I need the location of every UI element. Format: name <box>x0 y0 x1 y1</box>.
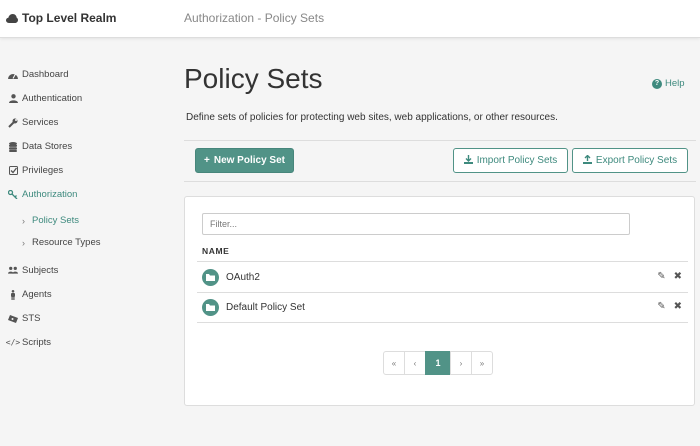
ticket-icon <box>8 314 18 324</box>
chevron-right-icon: › <box>22 215 25 226</box>
edit-pencil-icon[interactable]: ✎ <box>657 271 665 282</box>
sidebar: Dashboard Authentication Services Data S… <box>0 38 170 446</box>
delete-x-icon[interactable]: ✖ <box>674 301 682 312</box>
sidebar-item-authorization[interactable]: Authorization <box>8 189 77 200</box>
sidebar-item-dashboard[interactable]: Dashboard <box>8 69 68 80</box>
plus-icon: + <box>204 155 210 166</box>
pagination-last-button[interactable]: » <box>471 351 493 375</box>
sidebar-subitem-resource-types[interactable]: › Resource Types <box>22 237 100 248</box>
row-actions: ✎ ✖ <box>657 271 682 282</box>
divider <box>184 140 696 141</box>
sidebar-item-privileges[interactable]: Privileges <box>8 165 63 176</box>
edit-pencil-icon[interactable]: ✎ <box>657 301 665 312</box>
new-policy-set-button[interactable]: + New Policy Set <box>195 148 294 173</box>
dashboard-icon <box>8 70 18 80</box>
sidebar-item-label: Privileges <box>22 165 64 176</box>
sidebar-item-services[interactable]: Services <box>8 117 58 128</box>
sidebar-item-label: Dashboard <box>22 69 69 80</box>
export-label: Export Policy Sets <box>595 155 678 166</box>
sidebar-item-label: Agents <box>22 289 52 300</box>
code-icon: </> <box>5 338 21 347</box>
sidebar-subitem-label: Policy Sets <box>32 215 79 226</box>
sidebar-item-data-stores[interactable]: Data Stores <box>8 141 72 152</box>
sidebar-item-label: STS <box>22 313 41 324</box>
sidebar-item-label: Subjects <box>22 265 59 276</box>
table-row[interactable]: Default Policy Set ✎ ✖ <box>197 292 688 322</box>
pagination-first-button[interactable]: « <box>383 351 405 375</box>
upload-icon <box>582 154 592 167</box>
sidebar-subitem-label: Resource Types <box>32 237 101 248</box>
column-header-name[interactable]: NAME <box>202 246 229 256</box>
user-icon <box>8 94 18 104</box>
question-circle-icon: ? <box>652 78 662 89</box>
sidebar-subitem-policy-sets[interactable]: › Policy Sets <box>22 215 79 226</box>
male-icon <box>8 289 18 300</box>
page-description: Define sets of policies for protecting w… <box>186 112 558 123</box>
database-icon <box>8 141 18 152</box>
top-bar: Top Level Realm Authorization - Policy S… <box>0 0 700 38</box>
divider <box>197 322 688 323</box>
pagination-prev-button[interactable]: ‹ <box>404 351 426 375</box>
delete-x-icon[interactable]: ✖ <box>674 271 682 282</box>
export-policy-sets-button[interactable]: Export Policy Sets <box>572 148 688 173</box>
pagination-next-button[interactable]: › <box>450 351 472 375</box>
sidebar-item-subjects[interactable]: Subjects <box>8 265 58 276</box>
folder-icon <box>202 298 219 316</box>
row-actions: ✎ ✖ <box>657 301 682 312</box>
chevron-right-icon: › <box>22 237 25 248</box>
pagination-page-current[interactable]: 1 <box>425 351 451 375</box>
help-link[interactable]: ? Help <box>652 78 685 89</box>
divider <box>184 181 696 182</box>
policy-set-name[interactable]: Default Policy Set <box>226 302 305 313</box>
breadcrumb: Authorization - Policy Sets <box>184 11 325 25</box>
download-icon <box>463 154 473 167</box>
page-title: Policy Sets <box>184 63 323 94</box>
sidebar-item-label: Authorization <box>22 189 78 200</box>
new-policy-set-label: New Policy Set <box>213 155 285 166</box>
key-icon <box>8 190 18 200</box>
realm-selector[interactable]: Top Level Realm <box>6 11 116 25</box>
checkbox-icon <box>8 166 18 176</box>
import-policy-sets-button[interactable]: Import Policy Sets <box>453 148 568 173</box>
table-row[interactable]: OAuth2 ✎ ✖ <box>197 262 688 292</box>
help-label: Help <box>665 78 685 89</box>
sidebar-item-label: Data Stores <box>22 141 73 152</box>
sidebar-item-agents[interactable]: Agents <box>8 289 52 300</box>
cloud-icon <box>6 13 18 23</box>
policy-sets-panel: NAME OAuth2 ✎ ✖ Default Policy Set ✎ ✖ «… <box>184 196 695 406</box>
filter-input[interactable] <box>202 213 630 235</box>
users-icon <box>8 266 18 276</box>
sidebar-item-label: Services <box>22 117 59 128</box>
policy-set-name[interactable]: OAuth2 <box>226 272 260 283</box>
sidebar-item-label: Scripts <box>22 337 52 348</box>
sidebar-item-sts[interactable]: STS <box>8 313 40 324</box>
folder-icon <box>202 268 219 286</box>
sidebar-item-authentication[interactable]: Authentication <box>8 93 82 104</box>
sidebar-item-label: Authentication <box>22 93 83 104</box>
import-label: Import Policy Sets <box>476 155 558 166</box>
pagination: « ‹ 1 › » <box>383 351 493 375</box>
realm-name: Top Level Realm <box>22 11 117 25</box>
sidebar-item-scripts[interactable]: </> Scripts <box>5 337 52 348</box>
wrench-icon <box>8 118 18 128</box>
